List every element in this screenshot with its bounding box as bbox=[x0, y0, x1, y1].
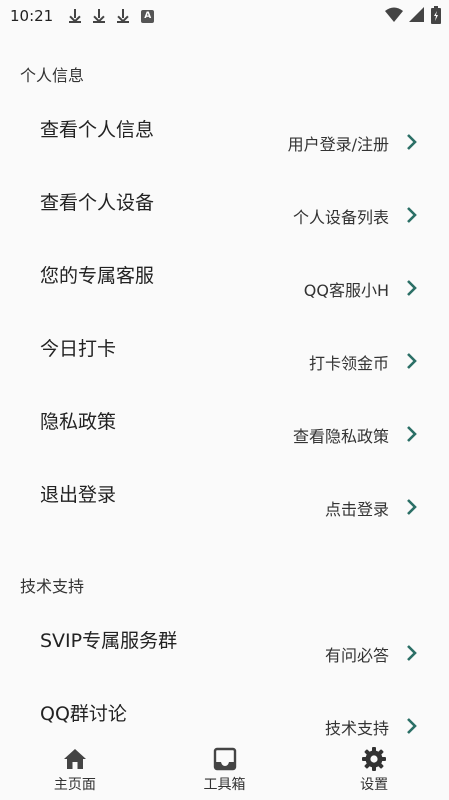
chevron-right-icon bbox=[407, 718, 417, 734]
download-icon bbox=[93, 9, 106, 23]
list-item-customer-service[interactable]: 您的专属客服 QQ客服小H bbox=[0, 261, 449, 334]
download-icon bbox=[69, 9, 82, 23]
row-title: QQ群讨论 bbox=[40, 703, 127, 725]
list-item-daily-checkin[interactable]: 今日打卡 打卡领金币 bbox=[0, 334, 449, 407]
row-title: SVIP专属服务群 bbox=[40, 630, 178, 652]
row-value: 用户登录/注册 bbox=[287, 135, 389, 154]
chevron-right-icon bbox=[407, 426, 417, 442]
row-title: 查看个人信息 bbox=[40, 119, 155, 141]
row-value: QQ客服小H bbox=[303, 281, 389, 300]
row-title: 隐私政策 bbox=[40, 411, 117, 433]
home-icon bbox=[62, 746, 88, 772]
system-icons bbox=[385, 6, 441, 24]
status-bar: 10:21 A bbox=[0, 0, 449, 32]
bottom-nav: 主页面 工具箱 设置 bbox=[0, 740, 449, 800]
nav-item-home[interactable]: 主页面 bbox=[0, 740, 150, 800]
battery-icon bbox=[431, 6, 441, 24]
status-time: 10:21 bbox=[10, 7, 54, 25]
signal-icon bbox=[409, 7, 424, 22]
chevron-right-icon bbox=[407, 499, 417, 515]
wifi-icon bbox=[385, 7, 403, 22]
list-item-view-devices[interactable]: 查看个人设备 个人设备列表 bbox=[0, 188, 449, 261]
chevron-right-icon bbox=[407, 207, 417, 223]
inbox-icon bbox=[212, 746, 238, 772]
list-item-view-profile[interactable]: 查看个人信息 用户登录/注册 bbox=[0, 115, 449, 188]
row-value: 点击登录 bbox=[324, 500, 389, 519]
chevron-right-icon bbox=[407, 645, 417, 661]
list-item-logout[interactable]: 退出登录 点击登录 bbox=[0, 480, 449, 553]
row-value: 打卡领金币 bbox=[308, 354, 389, 373]
download-icon bbox=[117, 9, 130, 23]
nav-label: 工具箱 bbox=[203, 777, 246, 793]
chevron-right-icon bbox=[407, 280, 417, 296]
row-value: 查看隐私政策 bbox=[292, 427, 389, 446]
row-title: 查看个人设备 bbox=[40, 192, 155, 214]
row-title: 退出登录 bbox=[40, 484, 117, 506]
row-value: 有问必答 bbox=[324, 646, 389, 665]
chevron-right-icon bbox=[407, 134, 417, 150]
list-item-privacy-policy[interactable]: 隐私政策 查看隐私政策 bbox=[0, 407, 449, 480]
row-value: 个人设备列表 bbox=[292, 208, 389, 227]
row-title: 您的专属客服 bbox=[40, 265, 155, 287]
section-header-personal-info: 个人信息 bbox=[20, 66, 85, 85]
nav-item-settings[interactable]: 设置 bbox=[299, 740, 449, 800]
chevron-right-icon bbox=[407, 353, 417, 369]
a-icon: A bbox=[141, 9, 155, 23]
gear-icon bbox=[361, 746, 387, 772]
row-title: 今日打卡 bbox=[40, 338, 117, 360]
nav-label: 设置 bbox=[360, 777, 389, 793]
list-item-svip-group[interactable]: SVIP专属服务群 有问必答 bbox=[0, 626, 449, 699]
section-header-tech-support: 技术支持 bbox=[20, 577, 85, 596]
row-value: 技术支持 bbox=[324, 719, 389, 738]
nav-label: 主页面 bbox=[53, 777, 96, 793]
notification-icons: A bbox=[69, 9, 155, 23]
nav-item-toolbox[interactable]: 工具箱 bbox=[150, 740, 300, 800]
